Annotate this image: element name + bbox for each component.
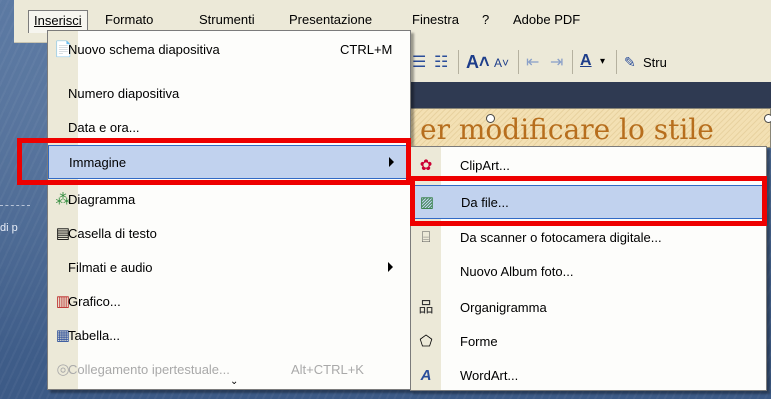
menu-help-label: ?	[482, 12, 490, 27]
toolbar-separator	[616, 50, 617, 74]
menu-item-label: Grafico...	[68, 294, 121, 309]
menu-adobe-pdf[interactable]: Adobe PDF	[513, 12, 580, 27]
increase-font-icon[interactable]: A˄	[466, 52, 490, 73]
resize-handle[interactable]	[486, 114, 495, 123]
toolbar-separator	[572, 50, 573, 74]
submenu-arrow-icon	[388, 262, 393, 272]
formatting-toolbar: ☰ ☷ A˄ A˅ ⇤ ⇥ A ▾ ✎ Stru	[410, 42, 771, 83]
background-text: di p	[0, 222, 18, 234]
menu-presentazione-label: Presentazione	[289, 12, 373, 27]
expand-menu-chevron-icon[interactable]: ⌄	[230, 376, 238, 387]
menu-item-label: Nuovo schema diapositiva	[68, 42, 220, 57]
design-icon[interactable]: ✎	[624, 54, 636, 71]
menu-formato-label: Formato	[105, 12, 154, 27]
insert-menu: 📄 Nuovo schema diapositiva CTRL+M Numero…	[47, 30, 411, 390]
scanner-icon: ⌸	[421, 229, 431, 246]
menu-presentazione[interactable]: Presentazione	[289, 12, 372, 27]
toolbar-stru-label[interactable]: Stru	[643, 55, 667, 70]
menu-item-label: Diagramma	[68, 192, 136, 207]
menu-finestra-label: Finestra	[412, 12, 459, 27]
menu-item-shortcut: Alt+CTRL+K	[291, 362, 364, 377]
font-color-dropdown-icon[interactable]: ▾	[600, 56, 605, 67]
submenu-item-org-chart[interactable]: 品 Organigramma	[411, 291, 766, 325]
menu-item-chart[interactable]: ▥ Grafico...	[48, 285, 410, 319]
submenu-item-label: WordArt...	[460, 368, 519, 383]
menu-item-diagram[interactable]: ⁂ Diagramma	[48, 183, 410, 217]
menu-item-slide-number[interactable]: Numero diapositiva	[48, 77, 410, 111]
submenu-item-wordart[interactable]: A WordArt...	[411, 359, 766, 393]
resize-handle[interactable]	[764, 114, 771, 123]
menu-item-label: Filmati e audio	[68, 260, 153, 275]
menu-item-label: Tabella...	[68, 328, 121, 343]
highlight-da-file-annotation	[410, 176, 767, 226]
menu-adobe-pdf-label: Adobe PDF	[513, 12, 581, 27]
slide-workspace	[410, 82, 771, 108]
menu-item-table[interactable]: ▦ Tabella...	[48, 319, 410, 353]
menu-item-movies-audio[interactable]: Filmati e audio	[48, 251, 410, 285]
submenu-item-label: Nuovo Album foto...	[460, 264, 574, 279]
increase-indent-icon[interactable]: ⇥	[550, 52, 563, 72]
menu-strumenti-label: Strumenti	[199, 12, 255, 27]
menu-item-hyperlink[interactable]: ◎ Collegamento ipertestuale... Alt+CTRL+…	[48, 353, 410, 387]
menu-item-shortcut: CTRL+M	[340, 42, 393, 57]
menu-strumenti[interactable]: Strumenti	[199, 12, 255, 27]
toolbar-separator	[518, 50, 519, 74]
menu-item-text-box[interactable]: ▤ Casella di testo	[48, 217, 410, 251]
submenu-item-label: Da scanner o fotocamera digitale...	[460, 230, 662, 245]
submenu-item-photo-album[interactable]: Nuovo Album foto...	[411, 255, 766, 289]
submenu-item-label: Organigramma	[460, 300, 547, 315]
menu-item-label: Collegamento ipertestuale...	[68, 362, 230, 377]
font-color-icon[interactable]: A	[580, 52, 592, 70]
bulleted-list-icon[interactable]: ☷	[434, 52, 448, 72]
menu-item-label: Data e ora...	[68, 120, 140, 135]
menu-item-new-slide-layout[interactable]: 📄 Nuovo schema diapositiva CTRL+M	[48, 33, 410, 67]
toolbar-separator	[458, 50, 459, 74]
slide-title-text: er modificare lo stile	[420, 113, 714, 146]
submenu-item-scanner[interactable]: ⌸ Da scanner o fotocamera digitale...	[411, 221, 766, 255]
submenu-item-autoshapes[interactable]: ⬠ Forme	[411, 325, 766, 359]
decrease-indent-icon[interactable]: ⇤	[526, 52, 539, 72]
menu-inserisci-label: Inserisci	[34, 13, 82, 28]
menu-formato[interactable]: Formato	[105, 12, 153, 27]
decrease-font-icon[interactable]: A˅	[494, 56, 509, 70]
org-chart-icon: 品	[418, 299, 434, 316]
clipart-icon: ✿	[419, 157, 433, 174]
wordart-icon: A	[420, 367, 432, 384]
menu-item-label: Casella di testo	[68, 226, 157, 241]
menu-help[interactable]: ?	[482, 12, 489, 27]
autoshapes-icon: ⬠	[419, 333, 433, 350]
submenu-item-label: Forme	[460, 334, 498, 349]
menu-finestra[interactable]: Finestra	[412, 12, 459, 27]
highlight-immagine-annotation	[17, 138, 411, 185]
numbered-list-icon[interactable]: ☰	[412, 52, 426, 72]
submenu-item-label: ClipArt...	[460, 158, 510, 173]
menu-item-label: Numero diapositiva	[68, 86, 180, 101]
